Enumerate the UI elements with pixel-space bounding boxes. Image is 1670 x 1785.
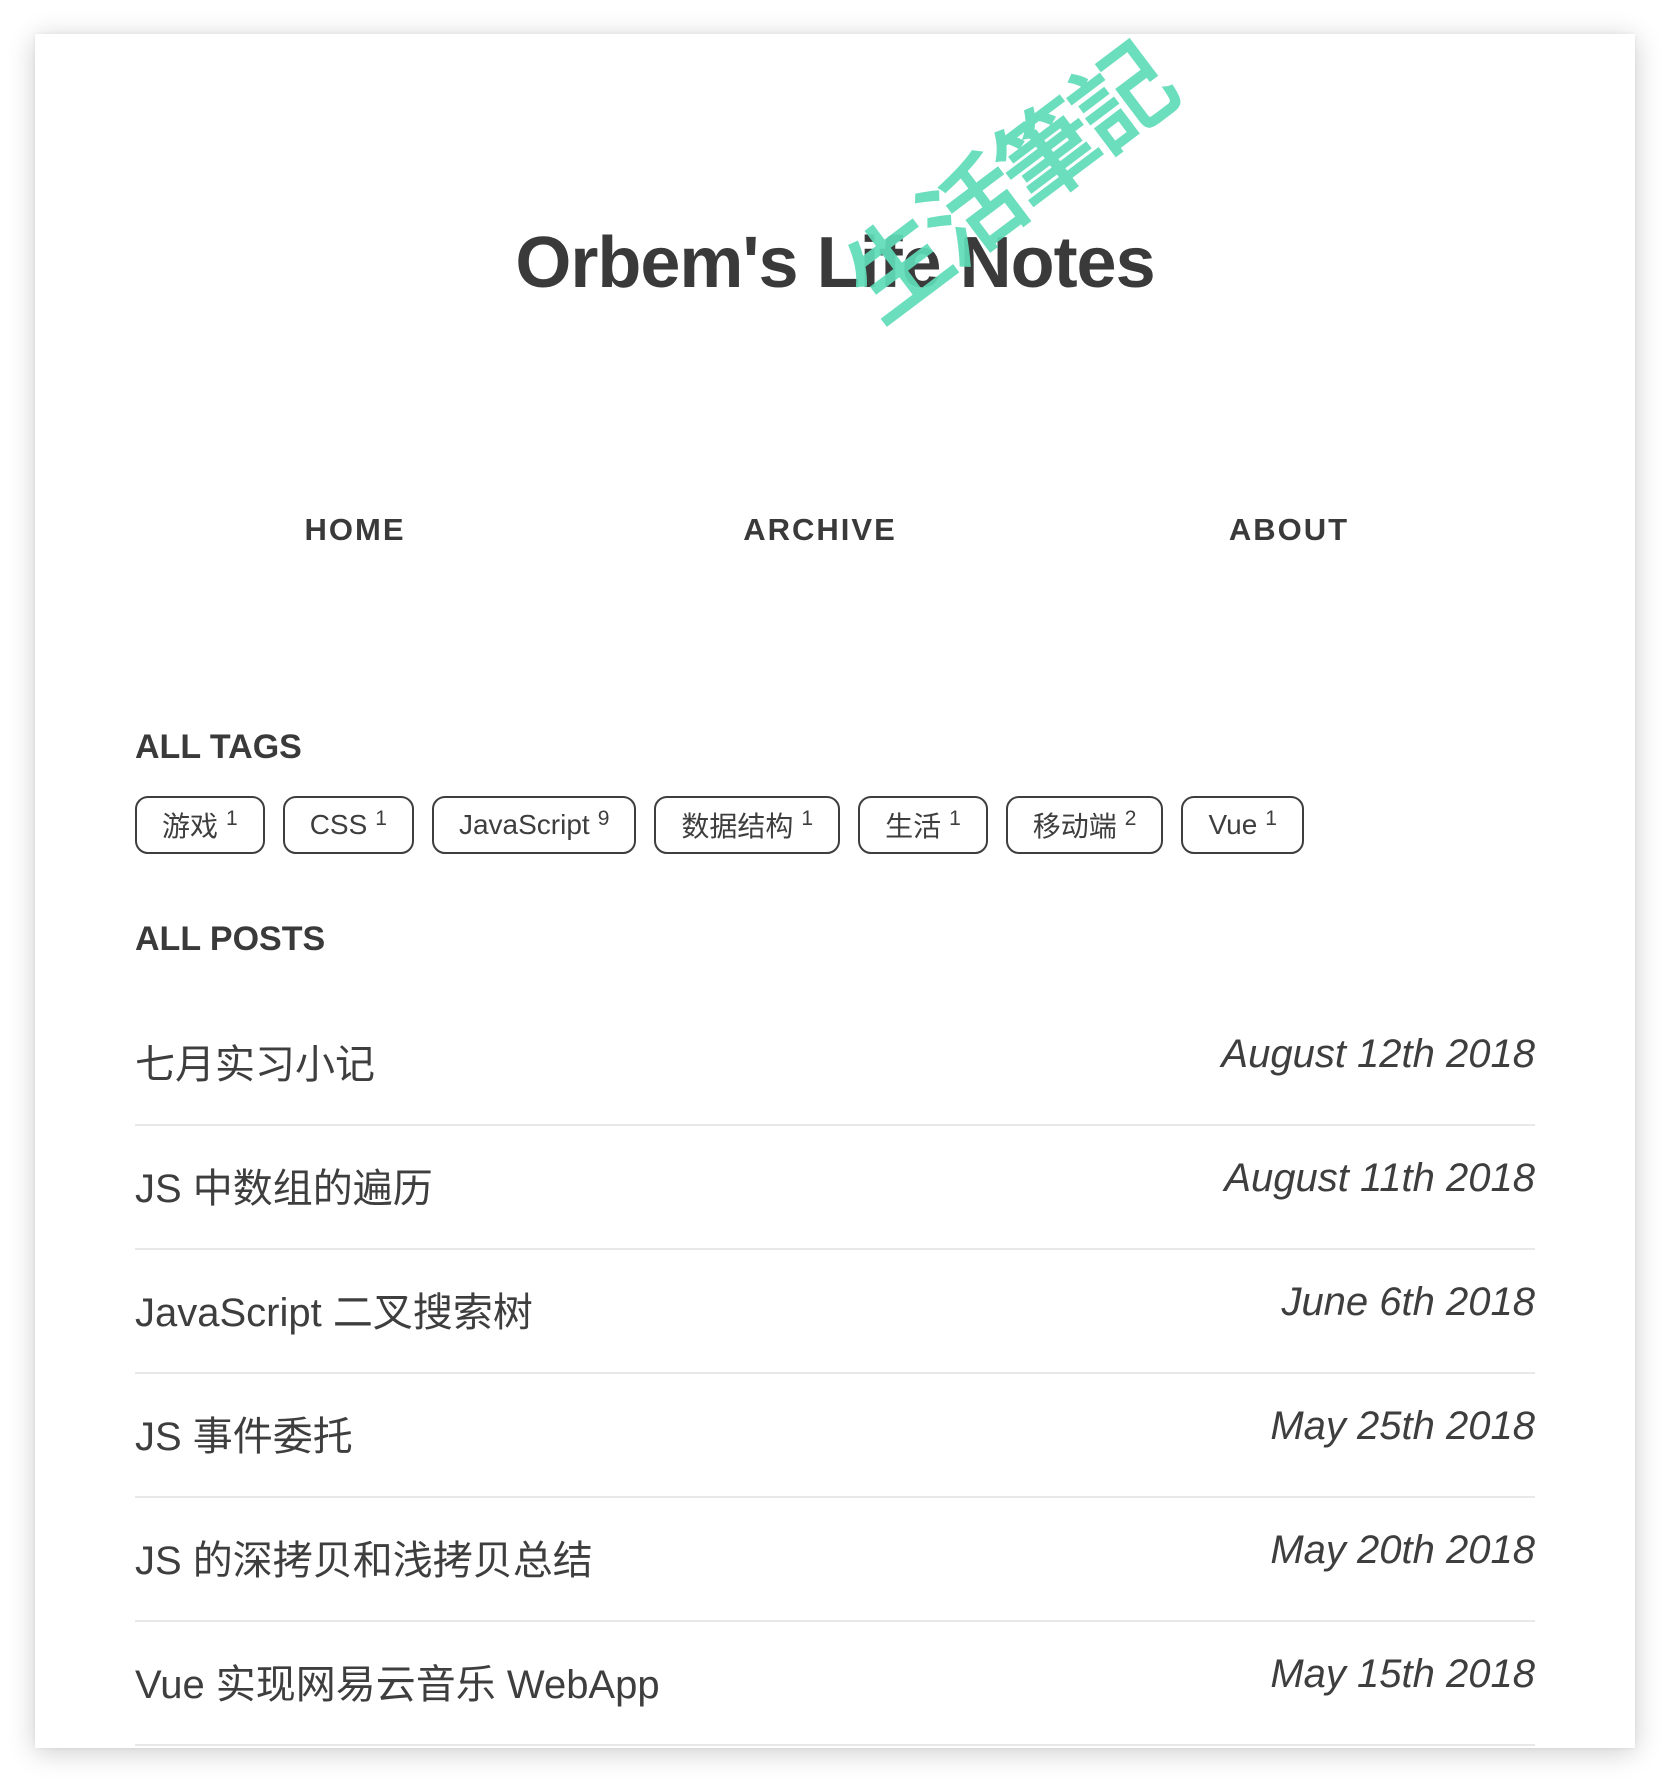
tag-name: 移动端 bbox=[1032, 811, 1117, 842]
tag-chip[interactable]: JavaScript 9 bbox=[431, 796, 637, 854]
tag-name: JavaScript bbox=[458, 809, 590, 840]
tag-name: 数据结构 bbox=[681, 811, 794, 842]
tag-list: 游戏 1 CSS 1 JavaScript 9 数据结构 1 生活 1 移动端 2 Vue 1 bbox=[135, 796, 1304, 854]
post-date: August 11th 2018 bbox=[1224, 1156, 1535, 1200]
post-title-link[interactable]: JS 事件委托 bbox=[135, 1404, 353, 1462]
nav-about-link[interactable]: ABOUT bbox=[1229, 512, 1349, 548]
post-title-link[interactable]: 七月实习小记 bbox=[135, 1032, 375, 1090]
main-nav: HOME ARCHIVE ABOUT bbox=[35, 512, 1635, 562]
tags-heading: ALL TAGS bbox=[135, 728, 302, 766]
posts-heading: ALL POSTS bbox=[135, 920, 326, 958]
post-date: June 6th 2018 bbox=[1281, 1280, 1535, 1324]
nav-home-link[interactable]: HOME bbox=[305, 512, 406, 548]
tag-name: CSS bbox=[309, 809, 368, 840]
post-row[interactable]: JS 的深拷贝和浅拷贝总结 May 20th 2018 bbox=[135, 1498, 1535, 1622]
post-title-link[interactable]: JavaScript 二叉搜索树 bbox=[135, 1280, 533, 1338]
tag-name: 游戏 bbox=[162, 811, 219, 842]
tag-chip[interactable]: 生活 1 bbox=[858, 796, 988, 854]
tag-chip[interactable]: 移动端 2 bbox=[1005, 796, 1164, 854]
nav-archive-link[interactable]: ARCHIVE bbox=[743, 512, 897, 548]
post-row[interactable]: 七月实习小记 August 12th 2018 bbox=[135, 1002, 1535, 1126]
tag-chip[interactable]: Vue 1 bbox=[1181, 796, 1304, 854]
tag-chip[interactable]: 数据结构 1 bbox=[654, 796, 841, 854]
tag-count: 1 bbox=[949, 807, 961, 830]
tag-count: 1 bbox=[801, 807, 814, 830]
post-row[interactable]: JS 中数组的遍历 August 11th 2018 bbox=[135, 1126, 1535, 1250]
post-title-link[interactable]: JS 的深拷贝和浅拷贝总结 bbox=[135, 1528, 593, 1586]
post-date: May 25th 2018 bbox=[1270, 1404, 1535, 1448]
tag-count: 1 bbox=[1265, 807, 1277, 830]
post-list: 七月实习小记 August 12th 2018 JS 中数组的遍历 August… bbox=[135, 1002, 1535, 1746]
tag-count: 1 bbox=[226, 807, 238, 830]
tag-name: Vue bbox=[1208, 809, 1258, 840]
tag-chip[interactable]: 游戏 1 bbox=[135, 796, 265, 854]
page-card: Orbem's Life Notes 生活筆記 HOME ARCHIVE ABO… bbox=[35, 26, 1635, 1748]
post-title-link[interactable]: Vue 实现网易云音乐 WebApp bbox=[135, 1652, 660, 1710]
post-date: August 12th 2018 bbox=[1221, 1032, 1535, 1076]
post-row[interactable]: JS 事件委托 May 25th 2018 bbox=[135, 1374, 1535, 1498]
post-date: May 20th 2018 bbox=[1270, 1528, 1535, 1572]
post-title-link[interactable]: JS 中数组的遍历 bbox=[135, 1156, 433, 1214]
tag-chip[interactable]: CSS 1 bbox=[282, 796, 414, 854]
tag-count: 2 bbox=[1124, 807, 1137, 830]
post-date: May 15th 2018 bbox=[1270, 1652, 1535, 1696]
post-row[interactable]: Vue 实现网易云音乐 WebApp May 15th 2018 bbox=[135, 1622, 1535, 1746]
tag-count: 9 bbox=[597, 807, 610, 830]
tag-name: 生活 bbox=[885, 811, 942, 842]
post-row[interactable]: JavaScript 二叉搜索树 June 6th 2018 bbox=[135, 1250, 1535, 1374]
tag-count: 1 bbox=[375, 807, 387, 830]
